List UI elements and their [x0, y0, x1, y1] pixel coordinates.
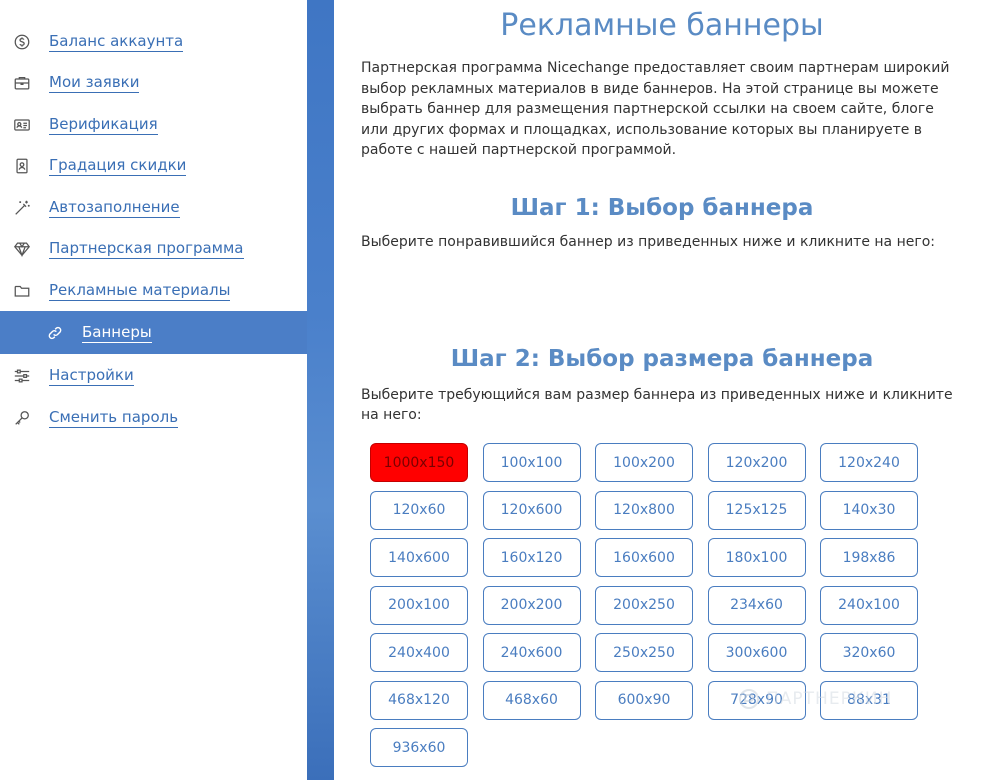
sidebar-item-label: Верификация [49, 115, 158, 135]
size-button-100x200[interactable]: 100x200 [595, 443, 693, 482]
folder-icon [12, 281, 32, 301]
sidebar-item-balance[interactable]: Баланс аккаунта [0, 21, 307, 63]
size-button-240x400[interactable]: 240x400 [370, 633, 468, 672]
sidebar: Баланс аккаунта Мои заявки Верификация Г… [0, 0, 307, 780]
size-button-120x60[interactable]: 120x60 [370, 490, 468, 530]
sidebar-item-verification[interactable]: Верификация [0, 104, 307, 146]
step2-title: Шаг 2: Выбор размера баннера [450, 346, 874, 372]
size-button-120x240[interactable]: 120x240 [820, 443, 918, 482]
size-button-140x30[interactable]: 140x30 [820, 490, 918, 530]
sliders-icon [12, 366, 32, 386]
step1-text: Выберите понравившийся баннер из приведе… [361, 234, 935, 250]
id-card-icon [12, 115, 32, 135]
size-button-600x90[interactable]: 600x90 [595, 680, 693, 720]
size-button-200x100[interactable]: 200x100 [370, 585, 468, 625]
size-button-120x600[interactable]: 120x600 [482, 490, 581, 530]
size-button-125x125[interactable]: 125x125 [707, 490, 806, 530]
sidebar-item-label: Баннеры [82, 322, 152, 343]
sidebar-item-materials[interactable]: Рекламные материалы [0, 270, 307, 312]
sidebar-item-requests[interactable]: Мои заявки [0, 62, 307, 104]
sidebar-item-label: Баланс аккаунта [49, 32, 184, 52]
size-button-160x120[interactable]: 160x120 [482, 538, 581, 577]
magic-wand-icon [12, 198, 32, 218]
watermark-logo-icon [739, 689, 759, 709]
size-button-120x200[interactable]: 120x200 [707, 443, 806, 482]
sidebar-item-label: Сменить пароль [49, 408, 179, 428]
size-button-468x60[interactable]: 468x60 [482, 680, 581, 720]
size-button-320x60[interactable]: 320x60 [820, 633, 918, 672]
main-content: Рекламные баннеры Партнерская программа … [334, 0, 984, 780]
sidebar-item-label: Мои заявки [49, 73, 140, 93]
size-button-180x100[interactable]: 180x100 [707, 538, 806, 577]
coin-icon [12, 32, 32, 52]
decorative-stripe [307, 0, 334, 780]
sidebar-item-discount[interactable]: Градация скидки [0, 145, 307, 187]
size-button-250x250[interactable]: 250x250 [595, 633, 693, 672]
size-button-200x250[interactable]: 200x250 [595, 585, 693, 625]
sidebar-item-partner[interactable]: Партнерская программа [0, 228, 307, 270]
size-button-100x100[interactable]: 100x100 [482, 443, 581, 482]
size-button-200x200[interactable]: 200x200 [482, 585, 581, 625]
size-button-234x60[interactable]: 234x60 [707, 585, 806, 625]
size-button-1000x150[interactable]: 1000x150 [370, 443, 468, 482]
diamond-icon [12, 239, 32, 259]
sidebar-item-password[interactable]: Сменить пароль [0, 397, 307, 439]
key-icon [12, 408, 32, 428]
sidebar-item-banners[interactable]: Баннеры [0, 311, 307, 354]
briefcase-icon [12, 73, 32, 93]
size-button-936x60[interactable]: 936x60 [370, 728, 468, 767]
sidebar-item-autofill[interactable]: Автозаполнение [0, 187, 307, 229]
intro-text: Партнерская программа Nicechange предост… [361, 60, 950, 158]
size-button-198x86[interactable]: 198x86 [820, 538, 918, 577]
size-button-468x120[interactable]: 468x120 [370, 680, 468, 720]
size-button-240x600[interactable]: 240x600 [482, 633, 581, 672]
badge-icon [12, 156, 32, 176]
link-icon [45, 323, 65, 343]
sidebar-item-settings[interactable]: Настройки [0, 355, 307, 397]
watermark-text: ПАРТНЕРКИН [766, 689, 893, 709]
size-button-160x600[interactable]: 160x600 [595, 538, 693, 577]
size-button-120x800[interactable]: 120x800 [595, 490, 693, 530]
size-button-300x600[interactable]: 300x600 [707, 633, 806, 672]
sidebar-item-label: Градация скидки [49, 156, 187, 176]
sidebar-item-label: Настройки [49, 366, 134, 386]
step2-text: Выберите требующийся вам размер баннера … [361, 387, 953, 423]
step1-title: Шаг 1: Выбор баннера [510, 195, 814, 221]
sidebar-item-label: Автозаполнение [49, 198, 180, 218]
size-button-240x100[interactable]: 240x100 [820, 585, 918, 625]
size-button-140x600[interactable]: 140x600 [370, 538, 468, 577]
watermark: ПАРТНЕРКИН [738, 688, 892, 710]
page-title: Рекламные баннеры [500, 8, 824, 43]
sidebar-item-label: Рекламные материалы [49, 281, 231, 301]
sidebar-item-label: Партнерская программа [49, 239, 244, 259]
